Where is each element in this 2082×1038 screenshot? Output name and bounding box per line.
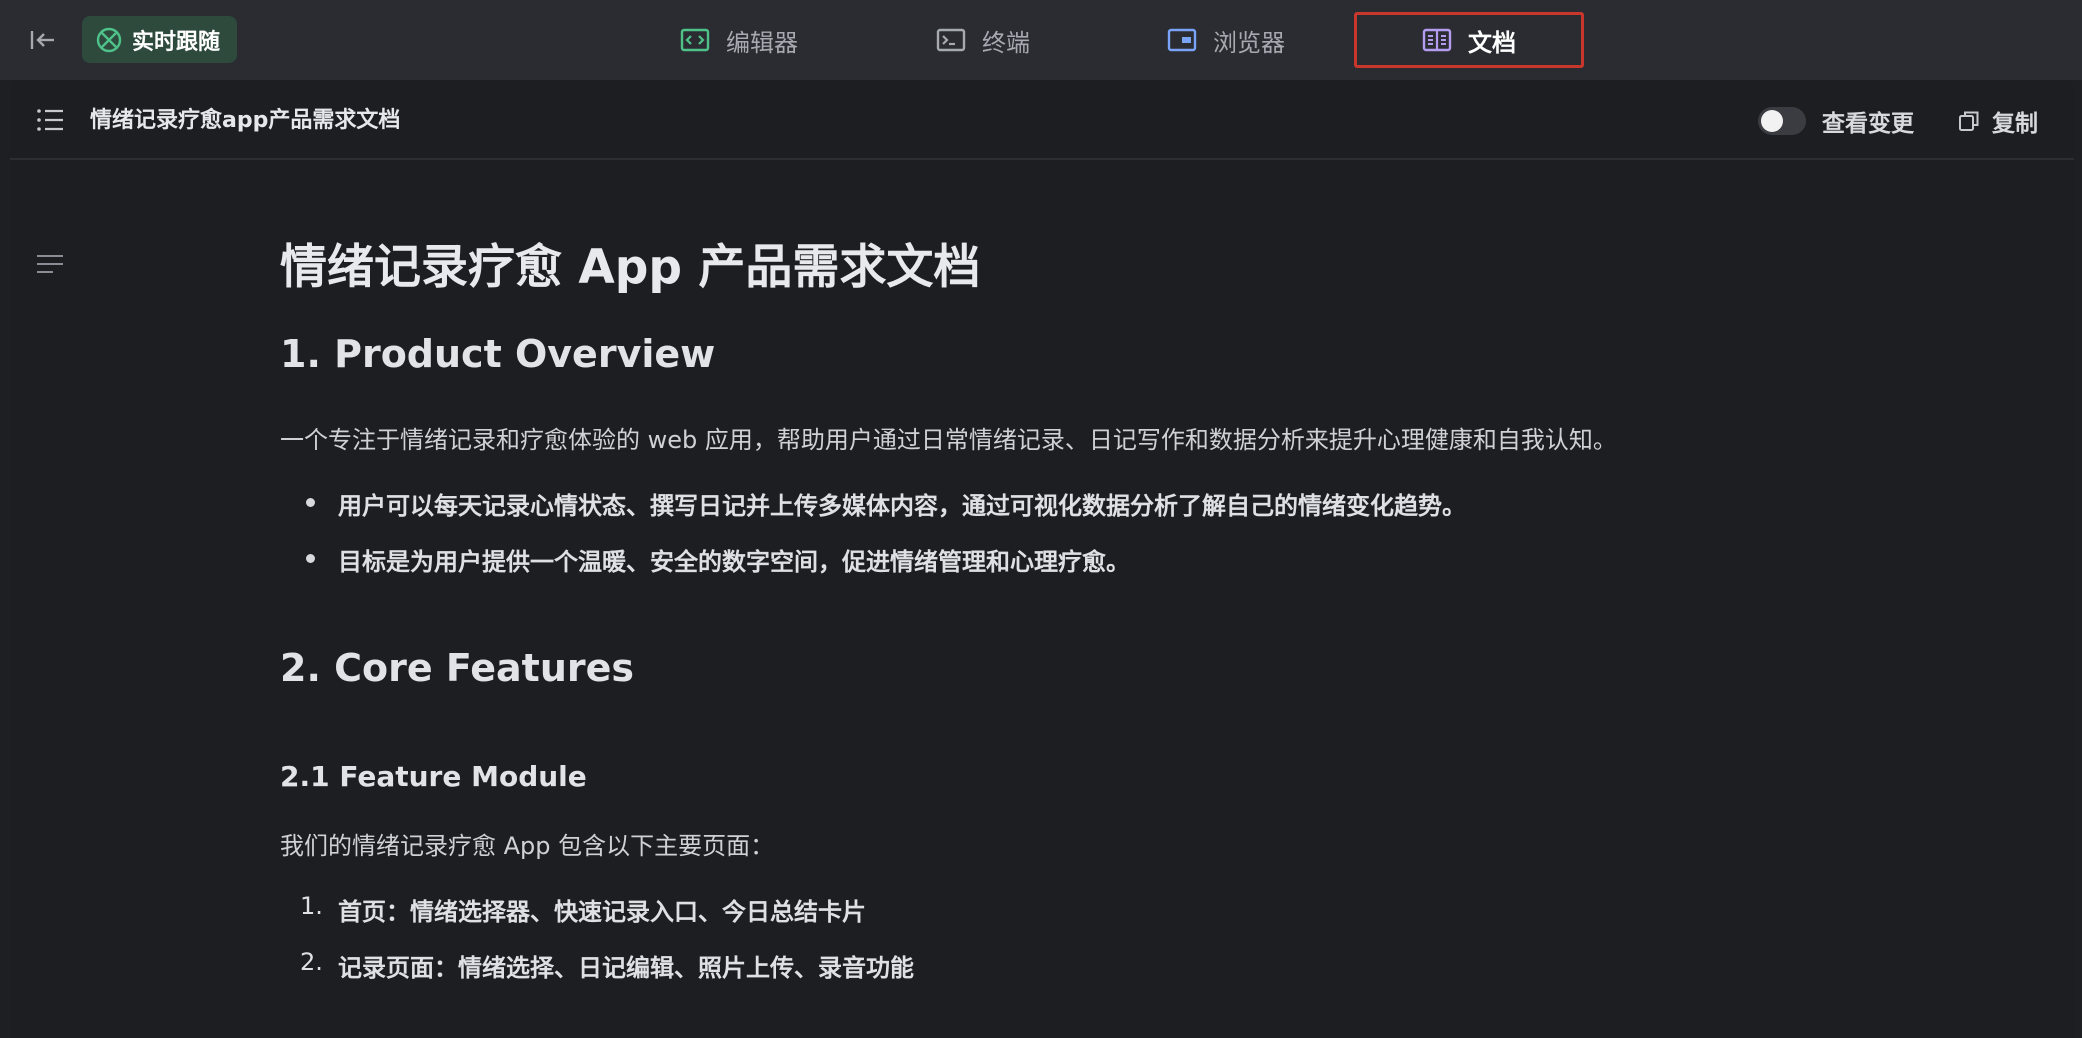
code-icon bbox=[680, 28, 710, 52]
tab-document-label: 文档 bbox=[1468, 28, 1516, 57]
list-item-number: 1. bbox=[300, 892, 323, 920]
tab-browser-label: 浏览器 bbox=[1213, 28, 1285, 57]
list-item-text: 首页：情绪选择器、快速记录入口、今日总结卡片 bbox=[338, 898, 866, 926]
live-follow-label: 实时跟随 bbox=[132, 29, 221, 55]
collapse-sidebar-button[interactable] bbox=[26, 22, 60, 58]
view-changes-label: 查看变更 bbox=[1822, 111, 1914, 137]
collapse-left-icon bbox=[30, 31, 54, 49]
live-follow-button[interactable]: 实时跟随 bbox=[82, 16, 237, 63]
tab-editor-label: 编辑器 bbox=[726, 28, 798, 57]
outline-button[interactable] bbox=[34, 104, 66, 136]
document-file-title: 情绪记录疗愈app产品需求文档 bbox=[90, 108, 401, 133]
toggle-knob bbox=[1761, 110, 1783, 132]
list-icon bbox=[37, 109, 63, 131]
list-item-text: 用户可以每天记录心情状态、撰写日记并上传多媒体内容，通过可视化数据分析了解自己的… bbox=[338, 492, 1466, 520]
overview-paragraph: 一个专注于情绪记录和疗愈体验的 web 应用，帮助用户通过日常情绪记录、日记写作… bbox=[280, 426, 1617, 454]
tab-terminal-label: 终端 bbox=[982, 28, 1030, 57]
top-bar: 实时跟随 编辑器 终端 浏览器 文档 bbox=[0, 0, 2082, 80]
copy-label: 复制 bbox=[1992, 111, 2038, 137]
list-item-text: 记录页面：情绪选择、日记编辑、照片上传、录音功能 bbox=[338, 954, 914, 982]
bullet-dot bbox=[306, 554, 315, 563]
document-heading: 情绪记录疗愈 App 产品需求文档 bbox=[280, 240, 981, 295]
view-changes-toggle[interactable] bbox=[1758, 107, 1806, 135]
toc-icon bbox=[37, 255, 63, 273]
table-of-contents-button[interactable] bbox=[36, 252, 64, 276]
target-icon bbox=[96, 27, 122, 52]
tab-editor[interactable]: 编辑器 bbox=[680, 12, 798, 68]
feature-module-paragraph: 我们的情绪记录疗愈 App 包含以下主要页面： bbox=[280, 832, 775, 860]
browser-icon bbox=[1167, 28, 1197, 52]
document-panel: 情绪记录疗愈app产品需求文档 查看变更 复制 情绪记录疗愈 App 产品需求文… bbox=[10, 80, 2074, 1038]
document-icon bbox=[1422, 28, 1452, 52]
copy-button[interactable]: 复制 bbox=[1958, 104, 2038, 138]
view-changes-control: 查看变更 bbox=[1758, 104, 1914, 138]
tab-document[interactable]: 文档 bbox=[1354, 12, 1584, 68]
terminal-icon bbox=[936, 28, 966, 52]
bullet-dot bbox=[306, 498, 315, 507]
list-item-number: 2. bbox=[300, 948, 323, 976]
tab-browser[interactable]: 浏览器 bbox=[1167, 12, 1285, 68]
section-heading-overview: 1. Product Overview bbox=[280, 332, 716, 376]
list-item-text: 目标是为用户提供一个温暖、安全的数字空间，促进情绪管理和心理疗愈。 bbox=[338, 548, 1130, 576]
copy-icon bbox=[1959, 111, 1979, 131]
section-heading-core-features: 2. Core Features bbox=[280, 646, 635, 690]
subsection-heading-feature-module: 2.1 Feature Module bbox=[280, 760, 587, 793]
tab-terminal[interactable]: 终端 bbox=[936, 12, 1030, 68]
document-header: 情绪记录疗愈app产品需求文档 查看变更 复制 bbox=[10, 80, 2074, 160]
